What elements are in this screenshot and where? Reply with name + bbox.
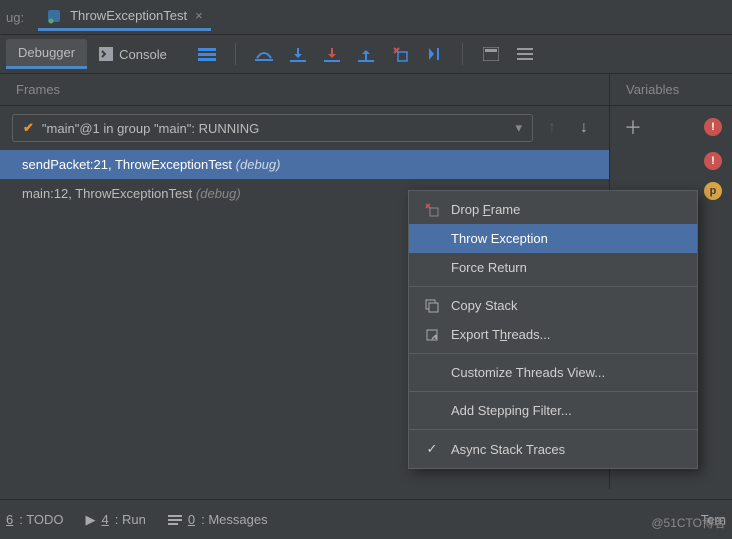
messages-icon: [168, 514, 182, 526]
ctx-force-return[interactable]: Force Return: [409, 253, 697, 282]
play-icon: ▶: [86, 512, 96, 528]
ctx-async-stack-traces[interactable]: ✓ Async Stack Traces: [409, 434, 697, 464]
export-icon: [423, 328, 441, 342]
ctx-label: Drop Frame: [451, 202, 520, 217]
ctx-label: Force Return: [451, 260, 527, 275]
param-badge[interactable]: p: [704, 182, 722, 200]
threads-icon[interactable]: [197, 44, 217, 64]
ctx-drop-frame[interactable]: Drop Frame: [409, 195, 697, 224]
ctx-export-threads[interactable]: Export Threads...: [409, 320, 697, 349]
tab-console[interactable]: Console: [87, 41, 179, 68]
shortcut-num: 0: [188, 512, 195, 527]
debug-label: ug:: [6, 10, 24, 25]
ctx-label: Copy Stack: [451, 298, 517, 313]
step-into-icon[interactable]: [288, 44, 308, 64]
separator: [409, 429, 697, 430]
separator: [409, 353, 697, 354]
console-tab-label: Console: [119, 47, 167, 62]
watermark: @51CTO博客: [651, 514, 726, 531]
chevron-down-icon[interactable]: ▾: [515, 120, 522, 136]
separator: [409, 391, 697, 392]
drop-frame-icon[interactable]: [390, 44, 410, 64]
tool-label: : TODO: [19, 512, 63, 527]
frame-text: main:12, ThrowExceptionTest: [22, 186, 196, 201]
separator: [409, 286, 697, 287]
run-to-cursor-icon[interactable]: [424, 44, 444, 64]
tool-todo[interactable]: 6 : TODO: [6, 512, 64, 527]
shortcut-num: 6: [6, 512, 13, 527]
separator: [462, 43, 463, 65]
ctx-throw-exception[interactable]: Throw Exception: [409, 224, 697, 253]
force-step-into-icon[interactable]: [322, 44, 342, 64]
tab-debugger[interactable]: Debugger: [6, 39, 87, 69]
drop-frame-icon: [423, 203, 441, 217]
shortcut-num: 4: [102, 512, 109, 527]
tool-messages[interactable]: 0 : Messages: [168, 512, 268, 527]
ctx-label: Customize Threads View...: [451, 365, 605, 380]
frame-item[interactable]: sendPacket:21, ThrowExceptionTest (debug…: [0, 150, 609, 179]
ctx-label: Throw Exception: [451, 231, 548, 246]
error-badge[interactable]: !: [704, 152, 722, 170]
separator: [235, 43, 236, 65]
close-icon[interactable]: ×: [195, 8, 203, 23]
check-icon: ✓: [423, 441, 441, 457]
file-icon: [46, 8, 62, 24]
tool-label: : Messages: [201, 512, 267, 527]
frame-suffix: (debug): [196, 186, 241, 201]
console-icon: [99, 47, 113, 61]
file-tab-label: ThrowExceptionTest: [70, 8, 187, 23]
add-watch-icon[interactable]: ＋: [620, 114, 642, 140]
error-badge[interactable]: !: [704, 118, 722, 136]
ctx-copy-stack[interactable]: Copy Stack: [409, 291, 697, 320]
tool-label: : Run: [115, 512, 146, 527]
settings-lines-icon[interactable]: [515, 44, 535, 64]
copy-icon: [423, 299, 441, 313]
ctx-label: Add Stepping Filter...: [451, 403, 572, 418]
context-menu: Drop Frame Throw Exception Force Return …: [408, 190, 698, 469]
ctx-label: Async Stack Traces: [451, 442, 565, 457]
thread-dropdown[interactable]: ✔ "main"@1 in group "main": RUNNING ▾: [12, 114, 533, 142]
frames-header: Frames: [0, 74, 609, 106]
file-tab[interactable]: ThrowExceptionTest ×: [38, 4, 211, 31]
thread-label: "main"@1 in group "main": RUNNING: [42, 121, 259, 136]
variables-header: Variables: [610, 74, 732, 106]
ctx-add-stepping-filter[interactable]: Add Stepping Filter...: [409, 396, 697, 425]
step-out-icon[interactable]: [356, 44, 376, 64]
check-icon: ✔: [23, 120, 34, 136]
frame-next-icon[interactable]: ↓: [571, 119, 597, 137]
ctx-customize-threads[interactable]: Customize Threads View...: [409, 358, 697, 387]
frame-prev-icon: ↑: [539, 119, 565, 137]
frame-suffix: (debug): [236, 157, 281, 172]
tool-run[interactable]: ▶ 4 : Run: [86, 512, 146, 528]
frame-text: sendPacket:21, ThrowExceptionTest: [22, 157, 236, 172]
step-over-icon[interactable]: [254, 44, 274, 64]
debugger-tab-label: Debugger: [18, 45, 75, 60]
ctx-label: Export Threads...: [451, 327, 550, 342]
evaluate-icon[interactable]: [481, 44, 501, 64]
